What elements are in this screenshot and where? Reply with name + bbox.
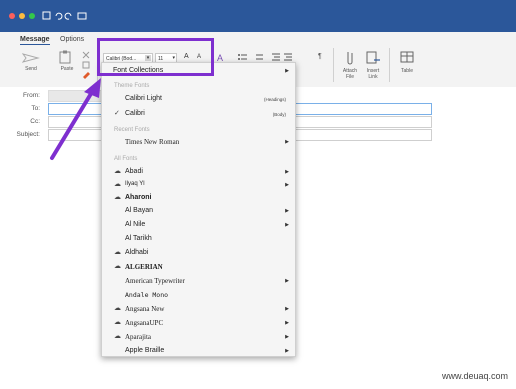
watermark-credit: www.deuaq.com [441,371,508,381]
annotation-arrow [50,78,101,160]
